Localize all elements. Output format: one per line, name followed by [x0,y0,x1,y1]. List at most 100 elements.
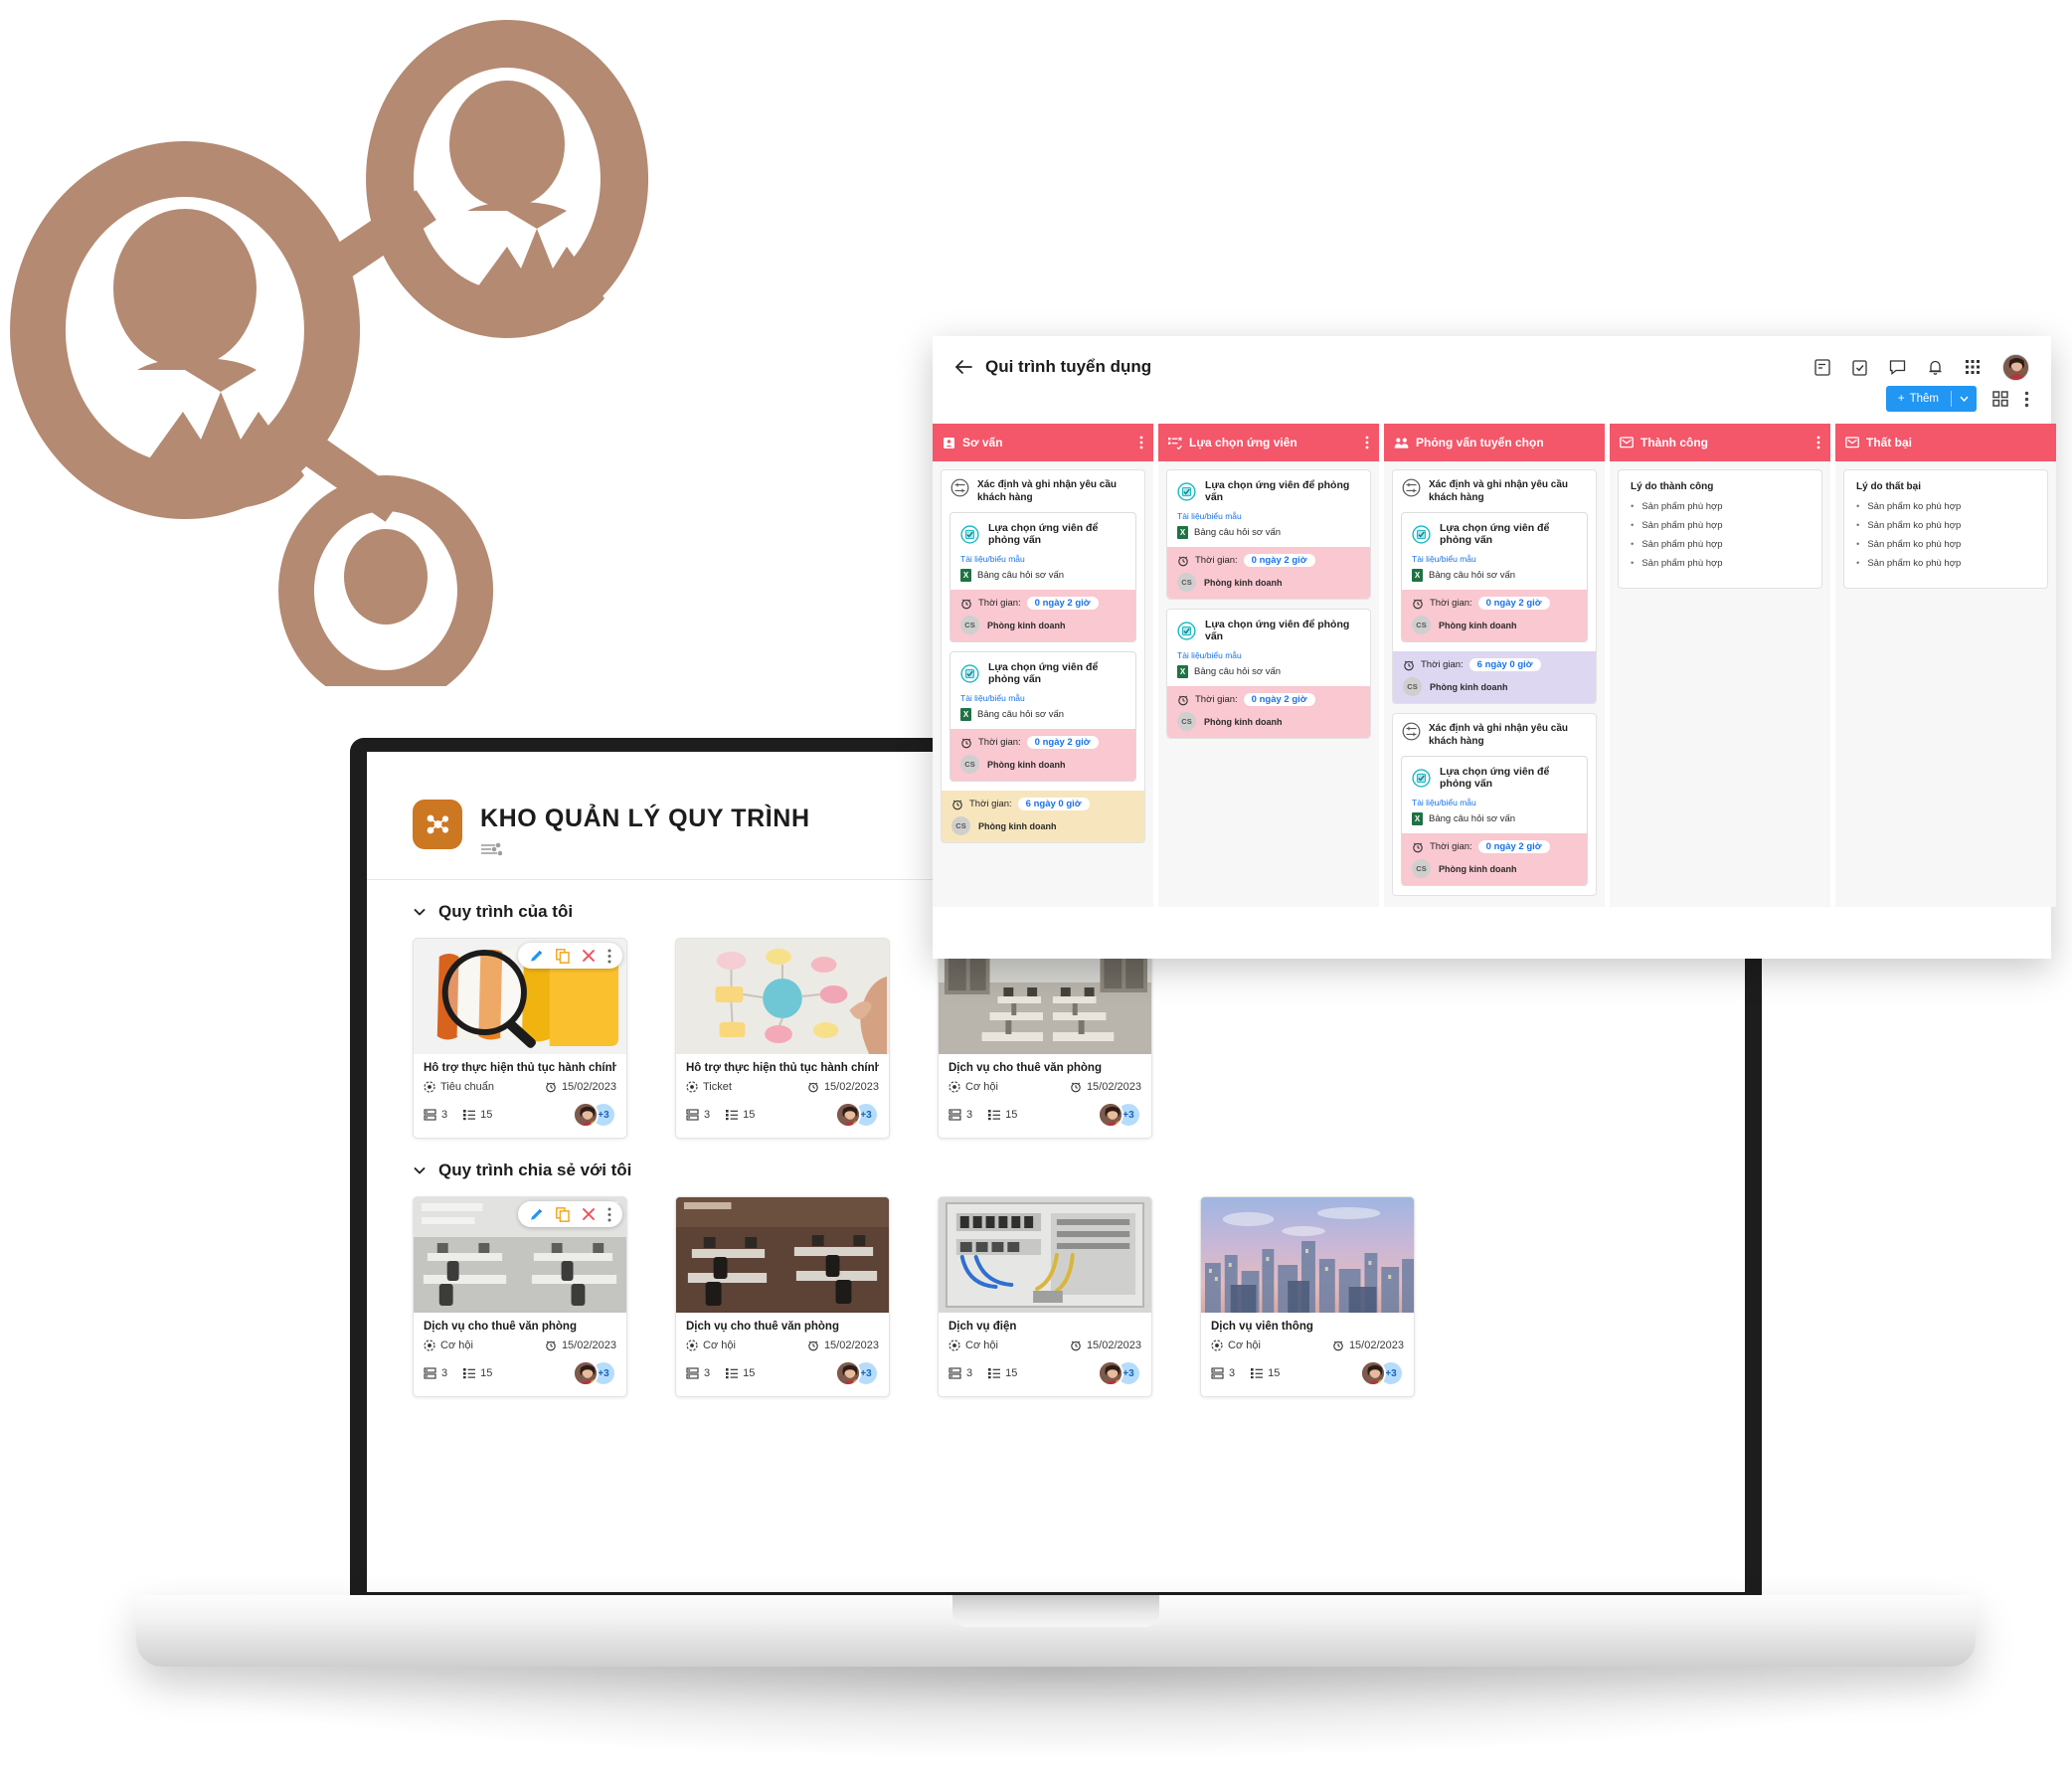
kanban-back-group[interactable]: Qui trình tuyển dụng [954,357,1151,377]
process-card-title: Hỗ trợ thực hiện thủ tục hành chính [424,1062,616,1074]
process-card[interactable]: Dịch vụ viễn thông Cơ hội 15/02/2023 3 1… [1200,1196,1415,1397]
more-vertical-icon[interactable] [2024,391,2029,408]
process-card[interactable]: Dịch vụ cho thuê văn phòng Cơ hội 15/02/… [675,1196,890,1397]
assignee-group[interactable]: +3 [573,1360,616,1386]
task-documents: Tài liệu/biểu mẫu X Bảng câu hỏi sơ vấn [1167,509,1370,547]
process-card[interactable]: Dịch vụ cho thuê văn phòng Cơ hội 15/02/… [938,938,1152,1139]
note-icon[interactable] [1814,358,1830,376]
filter-sliders-icon[interactable] [480,841,810,857]
duration-line: Thời gian: 0 ngày 2 giờ [960,736,1125,749]
copy-button[interactable] [556,1206,570,1222]
avatar[interactable] [1098,1360,1123,1386]
assignee-group[interactable]: +3 [1360,1360,1404,1386]
more-button[interactable] [607,1207,611,1222]
task-title: Lựa chọn ứng viên để phỏng vấn [1440,522,1550,546]
more-button[interactable] [607,949,611,964]
document-item[interactable]: X Bảng câu hỏi sơ vấn [960,569,1125,582]
add-button[interactable]: + Thêm [1885,386,1977,412]
section-title-label: Quy trình chia sẻ với tôi [438,1161,632,1179]
assignee-group[interactable]: +3 [835,1360,879,1386]
column-menu-button[interactable] [1816,436,1820,449]
process-card[interactable]: Dịch vụ điện Cơ hội 15/02/2023 3 15 +3 [938,1196,1152,1397]
assignee-group[interactable]: +3 [835,1102,879,1128]
apps-grid-icon[interactable] [1965,359,1981,375]
layers-icon [686,1367,699,1379]
kanban-window: Qui trình tuyển dụng + Thêm Sơ vấn Xác đ… [933,336,2056,959]
task-block[interactable]: Lựa chọn ứng viên để phỏng vấn Tài liệu/… [1401,512,1588,642]
column-menu-button[interactable] [1139,436,1143,449]
assignee-group[interactable]: +3 [1098,1102,1141,1128]
task-block[interactable]: Lựa chọn ứng viên để phỏng vấn Tài liệu/… [1167,470,1370,599]
user-avatar[interactable] [2002,353,2029,381]
assignee-group[interactable]: +3 [1098,1360,1141,1386]
copy-button[interactable] [556,948,570,964]
column-menu-button[interactable] [1365,436,1369,449]
kanban-column-body: Lý do thành công • Sản phẩm phù hợp • Sả… [1610,461,1830,907]
owner-name: Phòng kinh doanh [1430,681,1508,692]
process-date: 15/02/2023 [1332,1340,1404,1351]
duration-line: Thời gian: 0 ngày 2 giờ [1412,597,1577,610]
process-card[interactable]: Dịch vụ cho thuê văn phòng Cơ hội 15/02/… [413,1196,627,1397]
page-title: KHO QUẢN LÝ QUY TRÌNH [480,804,810,832]
reason-card[interactable]: Lý do thất bại • Sản phẩm ko phù hợp • S… [1843,469,2048,589]
delete-button[interactable] [582,1207,596,1221]
section-header[interactable]: Quy trình chia sẻ với tôi [413,1161,1745,1180]
process-card-body: Hỗ trợ thực hiện thủ tục hành chính Tick… [676,1054,889,1138]
task-block[interactable]: Lựa chọn ứng viên để phỏng vấn Tài liệu/… [1167,610,1370,738]
document-item[interactable]: X Bảng câu hỏi sơ vấn [1412,569,1577,582]
kanban-card[interactable]: Lựa chọn ứng viên để phỏng vấn Tài liệu/… [1166,469,1371,600]
alarm-clock-icon [1412,841,1424,853]
task-block[interactable]: Lựa chọn ứng viên để phỏng vấn Tài liệu/… [950,651,1136,782]
kanban-card[interactable]: Xác định và ghi nhận yêu cầu khách hàng … [1392,713,1597,896]
document-item[interactable]: X Bảng câu hỏi sơ vấn [960,708,1125,721]
kanban-card[interactable]: Lựa chọn ứng viên để phỏng vấn Tài liệu/… [1166,609,1371,739]
excel-file-icon: X [1177,665,1188,678]
excel-file-icon: X [1177,526,1188,539]
owner-initials: CS [1177,712,1196,731]
edit-button[interactable] [529,949,544,964]
task-check-icon[interactable] [1852,359,1867,376]
avatar[interactable] [1098,1102,1123,1128]
document-item[interactable]: X Bảng câu hỏi sơ vấn [1177,665,1360,678]
kanban-card[interactable]: Xác định và ghi nhận yêu cầu khách hàng … [1392,469,1597,704]
process-date: 15/02/2023 [1070,1081,1141,1093]
bell-icon[interactable] [1928,359,1943,376]
task-title: Lựa chọn ứng viên để phỏng vấn [988,661,1099,685]
kanban-card[interactable]: Xác định và ghi nhận yêu cầu khách hàng … [941,469,1145,843]
avatar[interactable] [573,1360,599,1386]
alarm-clock-icon [807,1081,819,1093]
process-date-label: 15/02/2023 [1348,1340,1404,1351]
process-card-meta: Cơ hội 15/02/2023 [686,1340,879,1351]
assignee-group[interactable]: +3 [573,1102,616,1128]
document-item[interactable]: X Bảng câu hỏi sơ vấn [1412,812,1577,825]
process-card[interactable]: Hỗ trợ thực hiện thủ tục hành chính Tiêu… [413,938,627,1139]
task-documents: Tài liệu/biểu mẫu X Bảng câu hỏi sơ vấn [950,691,1135,729]
avatar[interactable] [835,1102,861,1128]
network-nodes-icon [427,814,449,834]
duration-value: 0 ngày 2 giờ [1026,736,1099,749]
owner-initials: CS [951,816,970,835]
chevron-down-icon[interactable] [413,905,427,919]
edit-button[interactable] [529,1207,544,1222]
avatar[interactable] [573,1102,599,1128]
kanban-card-header-title: Xác định và ghi nhận yêu cầu khách hàng [1429,479,1569,503]
target-icon [1211,1340,1223,1351]
delete-button[interactable] [582,949,596,963]
chevron-down-icon[interactable] [1952,396,1977,402]
chevron-down-icon[interactable] [413,1163,427,1177]
alarm-clock-icon [1177,555,1189,567]
duration-band: Thời gian: 0 ngày 2 giờ CS Phòng kinh do… [1167,547,1370,599]
document-item[interactable]: X Bảng câu hỏi sơ vấn [1177,526,1360,539]
process-type-label: Cơ hội [440,1340,473,1351]
process-card[interactable]: Hỗ trợ thực hiện thủ tục hành chính Tick… [675,938,890,1139]
reason-card[interactable]: Lý do thành công • Sản phẩm phù hợp • Sả… [1618,469,1822,589]
reason-item-label: Sản phẩm phù hợp [1641,520,1723,531]
chat-icon[interactable] [1889,359,1906,375]
task-block[interactable]: Lựa chọn ứng viên để phỏng vấn Tài liệu/… [950,512,1136,642]
task-block[interactable]: Lựa chọn ứng viên để phỏng vấn Tài liệu/… [1401,756,1588,886]
avatar[interactable] [1360,1360,1386,1386]
grid-view-icon[interactable] [1992,391,2008,407]
task-title: Lựa chọn ứng viên để phỏng vấn [1205,479,1350,503]
arrow-left-icon[interactable] [954,359,973,375]
avatar[interactable] [835,1360,861,1386]
